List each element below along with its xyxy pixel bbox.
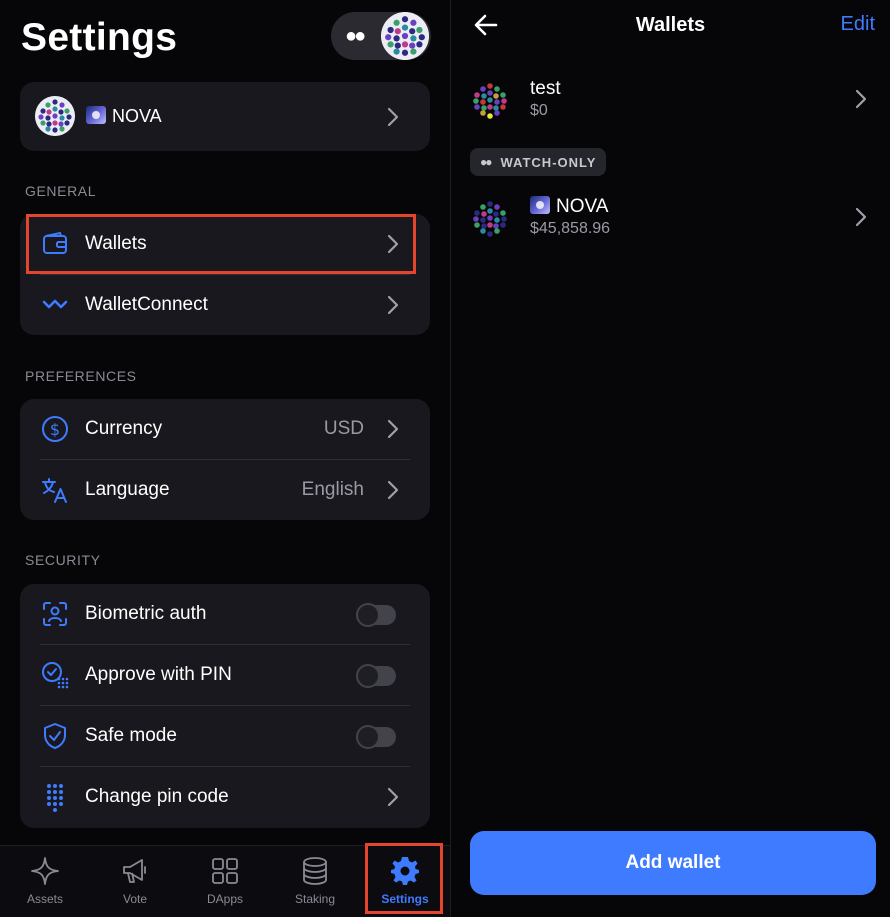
section-label-general: GENERAL bbox=[25, 183, 97, 199]
watch-only-badge: ●● WATCH-ONLY bbox=[470, 148, 607, 176]
nav-item-assets[interactable]: Assets bbox=[0, 846, 90, 917]
gear-icon bbox=[390, 856, 420, 886]
chevron-right-icon bbox=[386, 294, 400, 316]
grid-icon bbox=[210, 856, 240, 886]
settings-item-walletconnect[interactable]: WalletConnect bbox=[20, 275, 430, 336]
nav-item-staking[interactable]: Staking bbox=[270, 846, 360, 917]
section-label-security: SECURITY bbox=[25, 552, 101, 568]
coins-stack-icon bbox=[300, 856, 330, 886]
megaphone-icon bbox=[120, 856, 150, 886]
settings-item-label: Language bbox=[85, 479, 170, 500]
nav-label: Staking bbox=[294, 892, 336, 906]
general-card: Wallets WalletConnect bbox=[20, 214, 430, 335]
account-switcher[interactable]: ●● bbox=[331, 12, 431, 60]
section-label-preferences: PREFERENCES bbox=[25, 368, 137, 384]
settings-item-label: Safe mode bbox=[85, 725, 177, 746]
chevron-right-icon bbox=[386, 418, 400, 440]
wallet-balance: $45,858.96 bbox=[530, 220, 611, 237]
add-wallet-button[interactable]: Add wallet bbox=[470, 831, 876, 895]
chevron-right-icon bbox=[854, 206, 868, 228]
chevron-right-icon bbox=[854, 88, 868, 110]
walletconnect-icon bbox=[40, 290, 70, 320]
chevron-right-icon bbox=[386, 479, 400, 501]
shield-icon bbox=[40, 721, 70, 751]
add-wallet-label: Add wallet bbox=[625, 852, 721, 873]
chevron-right-icon bbox=[386, 786, 400, 808]
biometric-toggle[interactable] bbox=[356, 603, 396, 627]
currency-icon: $ bbox=[40, 414, 70, 444]
security-card: Biometric auth Approve with PIN Safe mod… bbox=[20, 584, 430, 828]
safe-mode-toggle[interactable] bbox=[356, 725, 396, 749]
galaxy-flag-icon bbox=[86, 106, 106, 124]
settings-screen: Settings ●● NOVA GENERAL Wallets WalletC… bbox=[0, 0, 450, 917]
sparkle-icon bbox=[30, 856, 60, 886]
pin-approve-icon bbox=[40, 660, 70, 690]
wallet-item-test[interactable]: test $0 bbox=[451, 70, 890, 130]
wallets-screen: Wallets Edit test $0 ●● WATCH-ONLY NOVA … bbox=[451, 0, 890, 917]
settings-item-label: Biometric auth bbox=[85, 603, 207, 624]
wallet-dots-icon bbox=[471, 200, 509, 238]
settings-item-label: WalletConnect bbox=[85, 294, 208, 315]
settings-item-label: Wallets bbox=[85, 233, 147, 254]
chevron-right-icon bbox=[386, 233, 400, 255]
wallet-dots-icon bbox=[471, 82, 509, 120]
watch-only-label: WATCH-ONLY bbox=[500, 154, 597, 170]
watch-eyes-icon: ●● bbox=[480, 155, 492, 169]
svg-text:$: $ bbox=[50, 420, 60, 439]
galaxy-flag-icon bbox=[530, 196, 550, 214]
nav-label: DApps bbox=[206, 892, 244, 906]
bottom-nav: Assets Vote DApps Staking Settings bbox=[0, 845, 450, 917]
nav-item-vote[interactable]: Vote bbox=[90, 846, 180, 917]
approve-pin-toggle[interactable] bbox=[356, 664, 396, 688]
settings-item-label: Currency bbox=[85, 418, 163, 439]
settings-item-biometric[interactable]: Biometric auth bbox=[20, 584, 430, 645]
settings-item-safe-mode[interactable]: Safe mode bbox=[20, 706, 430, 767]
wallet-avatar-icon bbox=[381, 12, 429, 60]
settings-item-wallets[interactable]: Wallets bbox=[20, 214, 430, 275]
watch-eyes-icon: ●● bbox=[345, 25, 366, 47]
page-title: Settings bbox=[21, 16, 178, 59]
nav-item-settings[interactable]: Settings bbox=[360, 846, 450, 917]
account-card[interactable]: NOVA bbox=[20, 82, 430, 151]
wallet-icon bbox=[40, 229, 70, 259]
wallet-name: test bbox=[530, 78, 561, 99]
settings-item-change-pin[interactable]: Change pin code bbox=[20, 767, 430, 828]
face-id-icon bbox=[40, 599, 70, 629]
wallet-avatar-icon bbox=[35, 96, 75, 136]
nav-label: Vote bbox=[122, 892, 148, 906]
wallet-item-nova[interactable]: NOVA $45,858.96 bbox=[451, 188, 890, 248]
settings-item-label: Approve with PIN bbox=[85, 664, 232, 685]
language-icon bbox=[40, 475, 70, 505]
wallet-balance: $0 bbox=[530, 102, 548, 119]
settings-item-language[interactable]: Language English bbox=[20, 460, 430, 521]
account-name: NOVA bbox=[112, 106, 162, 126]
keypad-icon bbox=[40, 782, 70, 812]
settings-item-currency[interactable]: $ Currency USD bbox=[20, 399, 430, 460]
settings-item-approve-pin[interactable]: Approve with PIN bbox=[20, 645, 430, 706]
settings-item-label: Change pin code bbox=[85, 786, 229, 807]
page-title: Wallets bbox=[635, 14, 706, 36]
language-value: English bbox=[301, 479, 364, 500]
nav-label: Settings bbox=[381, 892, 429, 906]
currency-value: USD bbox=[323, 418, 364, 439]
nav-item-dapps[interactable]: DApps bbox=[180, 846, 270, 917]
preferences-card: $ Currency USD Language English bbox=[20, 399, 430, 520]
nav-label: Assets bbox=[26, 892, 63, 906]
edit-button[interactable]: Edit bbox=[841, 13, 875, 36]
wallet-name: NOVA bbox=[530, 196, 608, 218]
chevron-right-icon bbox=[386, 106, 400, 128]
